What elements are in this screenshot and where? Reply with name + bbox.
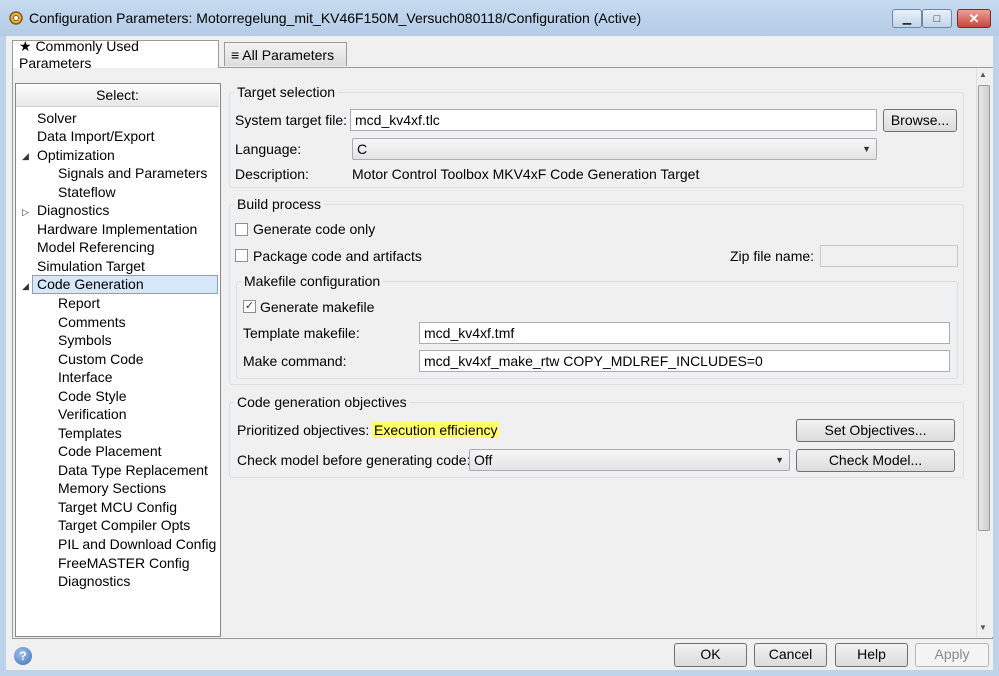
package-code-checkbox[interactable] [235,249,248,262]
tree-item-stateflow[interactable]: Stateflow [58,183,116,201]
tree-item-code-placement[interactable]: Code Placement [58,442,162,460]
tree-item-report[interactable]: Report [58,294,100,312]
tree-item-solver[interactable]: Solver [37,109,77,127]
prioritized-objectives-label: Prioritized objectives: [237,422,370,438]
generate-code-only-label[interactable]: Generate code only [253,221,375,237]
tree-item-diagnostics-sub[interactable]: Diagnostics [58,572,130,590]
prioritized-objectives-value: Execution efficiency [372,422,500,438]
description-value: Motor Control Toolbox MKV4xF Code Genera… [352,166,700,182]
tree-item-symbols[interactable]: Symbols [58,331,112,349]
tree-item-data-import-export[interactable]: Data Import/Export [37,127,155,145]
system-target-input[interactable]: mcd_kv4xf.tlc [350,109,877,131]
ok-button[interactable]: OK [674,643,747,667]
close-icon: ✕ [968,10,980,26]
tree-item-simulation-target[interactable]: Simulation Target [37,257,145,275]
checkmark-icon: ✓ [244,300,255,312]
language-select[interactable]: C ▼ [352,138,877,160]
tree-item-pil-and-download-config[interactable]: PIL and Download Config [58,535,216,553]
generate-makefile-checkbox[interactable]: ✓ [243,300,256,313]
check-model-value: Off [474,452,493,468]
target-selection-title: Target selection [234,84,339,100]
template-makefile-label: Template makefile: [243,325,360,341]
minimize-button[interactable]: ▁ [892,9,922,28]
build-process-title: Build process [234,196,325,212]
app-icon [9,11,23,25]
tree-item-diagnostics[interactable]: Diagnostics [37,201,109,219]
scroll-down-icon[interactable]: ▼ [979,623,987,632]
tree-item-model-referencing[interactable]: Model Referencing [37,238,155,256]
check-model-label: Check model before generating code: [237,452,471,468]
make-command-input[interactable]: mcd_kv4xf_make_rtw COPY_MDLREF_INCLUDES=… [419,350,950,372]
check-model-select[interactable]: Off ▼ [469,449,790,471]
tab-commonly-used-parameters[interactable]: ★ Commonly Used Parameters [12,38,219,71]
browse-button[interactable]: Browse... [883,109,957,132]
scrollbar-thumb[interactable] [978,85,990,531]
scroll-up-icon[interactable]: ▲ [979,70,987,79]
package-code-label[interactable]: Package code and artifacts [253,248,422,264]
cancel-button[interactable]: Cancel [754,643,827,667]
tree-item-target-compiler-opts[interactable]: Target Compiler Opts [58,516,190,534]
system-target-label: System target file: [235,112,348,128]
highlighted-objective: Execution efficiency [372,422,500,438]
set-objectives-button[interactable]: Set Objectives... [796,419,955,442]
make-command-label: Make command: [243,353,347,369]
apply-button[interactable]: Apply [915,643,989,667]
zip-file-input[interactable] [820,245,958,267]
tree-item-code-style[interactable]: Code Style [58,387,126,405]
tree-header: Select: [16,84,219,107]
tree-item-memory-sections[interactable]: Memory Sections [58,479,166,497]
description-label: Description: [235,166,309,182]
tree-item-interface[interactable]: Interface [58,368,112,386]
close-button[interactable]: ✕ [957,9,991,28]
makefile-config-title: Makefile configuration [241,273,384,289]
objectives-title: Code generation objectives [234,394,410,410]
help-button[interactable]: Help [835,643,908,667]
tree-item-templates[interactable]: Templates [58,424,122,442]
tab-all-parameters[interactable]: ≡ All Parameters [224,42,347,66]
help-icon[interactable]: ? [14,647,32,665]
expanded-triangle-icon[interactable]: ◢ [22,151,29,162]
tree-item-code-generation[interactable]: Code Generation [37,275,144,293]
template-makefile-input[interactable]: mcd_kv4xf.tmf [419,322,950,344]
expanded-triangle-icon[interactable]: ◢ [22,281,29,292]
chevron-down-icon: ▼ [775,455,784,465]
tree-item-freemaster-config[interactable]: FreeMASTER Config [58,554,189,572]
collapsed-triangle-icon[interactable]: ▷ [22,207,29,218]
tree-item-data-type-replacement[interactable]: Data Type Replacement [58,461,208,479]
tree-item-target-mcu-config[interactable]: Target MCU Config [58,498,177,516]
tree-item-hardware-implementation[interactable]: Hardware Implementation [37,220,197,238]
minimize-icon: ▁ [902,13,912,25]
tree-item-optimization[interactable]: Optimization [37,146,115,164]
tree-item-signals-and-parameters[interactable]: Signals and Parameters [58,164,207,182]
language-label: Language: [235,141,302,157]
window-title: Configuration Parameters: Motorregelung_… [29,10,642,26]
tree-item-custom-code[interactable]: Custom Code [58,350,144,368]
maximize-icon: □ [933,12,941,25]
zip-file-label: Zip file name: [730,248,815,264]
chevron-down-icon: ▼ [862,144,871,154]
generate-code-only-checkbox[interactable] [235,223,248,236]
maximize-button[interactable]: □ [922,9,952,28]
tree-item-verification[interactable]: Verification [58,405,126,423]
generate-makefile-label[interactable]: Generate makefile [260,299,374,315]
language-value: C [357,141,368,157]
check-model-button[interactable]: Check Model... [796,449,955,472]
tree-item-comments[interactable]: Comments [58,313,126,331]
